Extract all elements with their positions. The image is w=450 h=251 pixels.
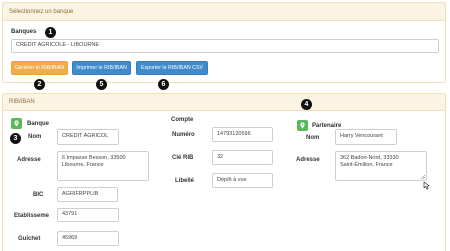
- partenaire-nom-field[interactable]: Harry Vencourant: [335, 129, 397, 145]
- marker-1: 1: [45, 27, 56, 38]
- numero-field[interactable]: 14793120596: [212, 127, 273, 142]
- banque-select[interactable]: CREDIT AGRICOLE - LIBOURNE: [11, 39, 439, 53]
- numero-label: Numéro: [172, 132, 195, 138]
- banque-adresse-label: Adresse: [17, 157, 41, 163]
- libelle-field[interactable]: Dépôt à vue: [212, 173, 273, 188]
- banque-section-title: Banque: [27, 121, 50, 127]
- banque-nom-field[interactable]: CREDIT AGRICOL: [57, 129, 119, 145]
- etablissement-field[interactable]: 43791: [57, 208, 119, 222]
- cle-rib-field[interactable]: 32: [212, 150, 273, 165]
- marker-5: 5: [96, 79, 107, 90]
- marker-4: 4: [301, 99, 312, 110]
- bic-field[interactable]: AGRIFRPPLIB: [57, 187, 118, 202]
- etablissement-label: Etablisseme: [14, 213, 50, 219]
- partenaire-adresse-field[interactable]: 362 Badon-Nord, 33330 Saint-Émilion, Fra…: [335, 151, 427, 181]
- partenaire-nom-label: Nom: [306, 135, 320, 141]
- banque-adresse-field[interactable]: 6 Impasse Besson, 33500 Libourne, France: [57, 151, 149, 181]
- guichet-field[interactable]: 45969: [57, 231, 119, 246]
- mouse-cursor-icon: [423, 181, 430, 190]
- generate-rib-button[interactable]: Générer le RIB/IBAN: [11, 61, 68, 75]
- map-marker-icon: [297, 120, 308, 131]
- resize-grip-icon[interactable]: [420, 174, 426, 180]
- banque-nom-label: Nom: [28, 134, 42, 140]
- map-marker-icon: [11, 118, 22, 129]
- export-rib-csv-button[interactable]: Exporter le RIB/IBAN CSV: [136, 61, 208, 75]
- rib-iban-heading: RIB/IBAN: [3, 94, 445, 111]
- guichet-label: Guichet: [18, 236, 41, 242]
- libelle-label: Libellé: [175, 178, 195, 184]
- compte-section-title: Compte: [171, 117, 194, 123]
- marker-6: 6: [158, 79, 169, 90]
- bank-selection-heading: Sélectionnez un banque: [3, 3, 445, 21]
- marker-3: 3: [10, 133, 21, 144]
- cle-rib-label: Clé RIB: [172, 155, 194, 161]
- banques-label: Banques: [11, 29, 37, 35]
- print-rib-button[interactable]: Imprimer le RIB/IBAN: [72, 61, 131, 75]
- partenaire-adresse-label: Adresse: [296, 157, 320, 163]
- marker-2: 2: [34, 79, 45, 90]
- bic-label: BIC: [33, 192, 44, 198]
